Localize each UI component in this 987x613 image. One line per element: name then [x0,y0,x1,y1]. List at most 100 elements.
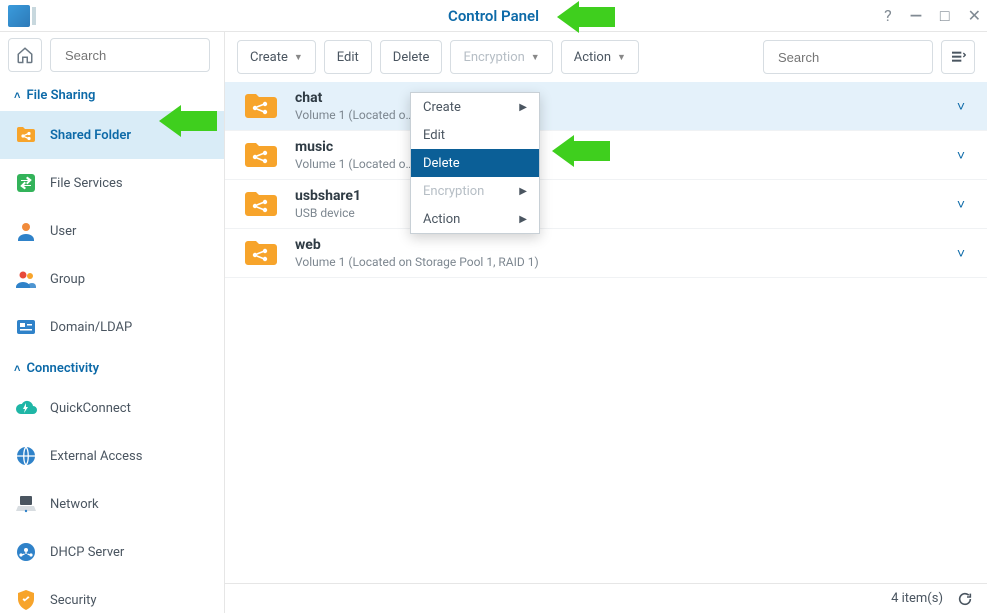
section-head[interactable]: ˄ Connectivity [0,351,224,384]
sidebar-item-dhcp[interactable]: DHCP Server [0,528,224,576]
sidebar-item-shared-folder[interactable]: Shared Folder [0,111,224,159]
sidebar-item-label: Domain/LDAP [50,320,132,335]
sidebar-item-label: Security [50,593,97,608]
folder-subtext: Volume 1 (Located on Storage Pool 1, RAI… [295,157,415,171]
menu-item-label: Encryption [423,184,484,199]
folder-subtext: Volume 1 (Located on Storage Pool 1, RAI… [295,255,941,269]
group-icon [14,267,38,291]
folder-name: usbshare1 [295,188,941,204]
folder-list: chat Volume 1 (Located on Storage Pool 1… [225,82,987,583]
submenu-caret-icon: ▶ [519,186,527,197]
shared-folder-icon [243,91,279,121]
help-icon[interactable]: ? [884,8,892,24]
window-title: Control Panel [0,7,987,25]
menu-item-delete[interactable]: Delete [411,149,539,177]
section-label: Connectivity [26,361,99,376]
user-icon [14,219,38,243]
sidebar-item-external-access[interactable]: External Access [0,432,224,480]
filter-search[interactable] [763,40,933,74]
status-bar: 4 item(s) [225,583,987,613]
menu-item-create[interactable]: Create ▶ [411,93,539,121]
sidebar-item-group[interactable]: Group [0,255,224,303]
section-head[interactable]: ˄ File Sharing [0,78,224,111]
menu-item-label: Delete [423,156,460,171]
window-controls: ? — □ ✕ [884,0,981,32]
bolt-cloud-icon [14,396,38,420]
folder-row[interactable]: web Volume 1 (Located on Storage Pool 1,… [225,229,987,278]
chevron-down-icon[interactable]: ˅ [957,196,969,213]
edit-button[interactable]: Edit [324,40,372,74]
folder-row[interactable]: chat Volume 1 (Located on Storage Pool 1… [225,82,987,131]
sidebar: ˄ File Sharing Shared Folder File Services U… [0,32,225,613]
sidebar-item-label: QuickConnect [50,401,131,416]
home-button[interactable] [8,38,42,72]
maximize-icon[interactable]: □ [940,8,950,24]
section-label: File Sharing [26,88,95,103]
create-button[interactable]: Create▼ [237,40,316,74]
refresh-icon [957,591,973,607]
app-logo-icon [8,5,30,27]
shared-folder-icon [243,140,279,170]
chevron-down-icon[interactable]: ˅ [957,245,969,262]
sidebar-item-label: Network [50,497,99,512]
id-card-icon [14,315,38,339]
folder-name: chat [295,90,941,106]
close-icon[interactable]: ✕ [968,8,981,24]
submenu-caret-icon: ▶ [519,214,527,225]
folder-subtext: USB device [295,206,941,220]
action-button[interactable]: Action▼ [561,40,639,74]
sidebar-item-label: User [50,224,76,239]
folder-name: web [295,237,941,253]
sidebar-item-label: DHCP Server [50,545,124,560]
main-panel: Create▼ Edit Delete Encryption▼ Action▼ … [225,32,987,613]
chevron-down-icon[interactable]: ˅ [957,147,969,164]
chevron-up-icon: ˄ [14,89,20,102]
delete-button[interactable]: Delete [380,40,443,74]
sidebar-item-file-services[interactable]: File Services [0,159,224,207]
folder-row[interactable]: usbshare1 USB device ˅ [225,180,987,229]
menu-item-label: Create [423,100,461,115]
folder-info: music Volume 1 (Located on Storage Pool … [295,139,941,171]
sidebar-item-label: Group [50,272,85,287]
dhcp-icon [14,540,38,564]
filter-search-input[interactable] [778,50,954,65]
sidebar-search[interactable] [50,38,210,72]
item-count: 4 item(s) [891,591,943,606]
menu-item-encryption: Encryption ▶ [411,177,539,205]
globe-icon [14,444,38,468]
chevron-down-icon[interactable]: ˅ [957,98,969,115]
encryption-button[interactable]: Encryption▼ [450,40,552,74]
folder-info: usbshare1 USB device [295,188,941,220]
titlebar: Control Panel ? — □ ✕ [0,0,987,32]
sidebar-item-quickconnect[interactable]: QuickConnect [0,384,224,432]
context-menu: Create ▶ Edit Delete Encryption ▶ Action ▶ [410,92,540,234]
refresh-button[interactable] [957,591,973,607]
shared-folder-icon [243,189,279,219]
shared-folder-icon [243,238,279,268]
sidebar-item-label: External Access [50,449,142,464]
folder-name: music [295,139,941,155]
sidebar-item-network[interactable]: Network [0,480,224,528]
submenu-caret-icon: ▶ [519,102,527,113]
settings-list-icon [950,49,966,65]
sidebar-item-domain-ldap[interactable]: Domain/LDAP [0,303,224,351]
sidebar-search-input[interactable] [65,48,241,63]
main-toolbar: Create▼ Edit Delete Encryption▼ Action▼ [225,32,987,82]
network-icon [14,492,38,516]
home-icon [16,46,34,64]
folder-row[interactable]: music Volume 1 (Located on Storage Pool … [225,131,987,180]
sidebar-item-security[interactable]: Security [0,576,224,613]
menu-item-label: Edit [423,128,445,143]
sidebar-item-user[interactable]: User [0,207,224,255]
menu-item-label: Action [423,212,460,227]
menu-item-action[interactable]: Action ▶ [411,205,539,233]
folder-subtext: Volume 1 (Located on Storage Pool 1, RAI… [295,108,415,122]
folder-info: web Volume 1 (Located on Storage Pool 1,… [295,237,941,269]
chevron-up-icon: ˄ [14,362,20,375]
settings-columns-button[interactable] [941,40,975,74]
minimize-icon[interactable]: — [910,8,922,24]
file-swap-icon [14,171,38,195]
sidebar-item-label: File Services [50,176,123,191]
sidebar-item-label: Shared Folder [50,128,131,143]
menu-item-edit[interactable]: Edit [411,121,539,149]
